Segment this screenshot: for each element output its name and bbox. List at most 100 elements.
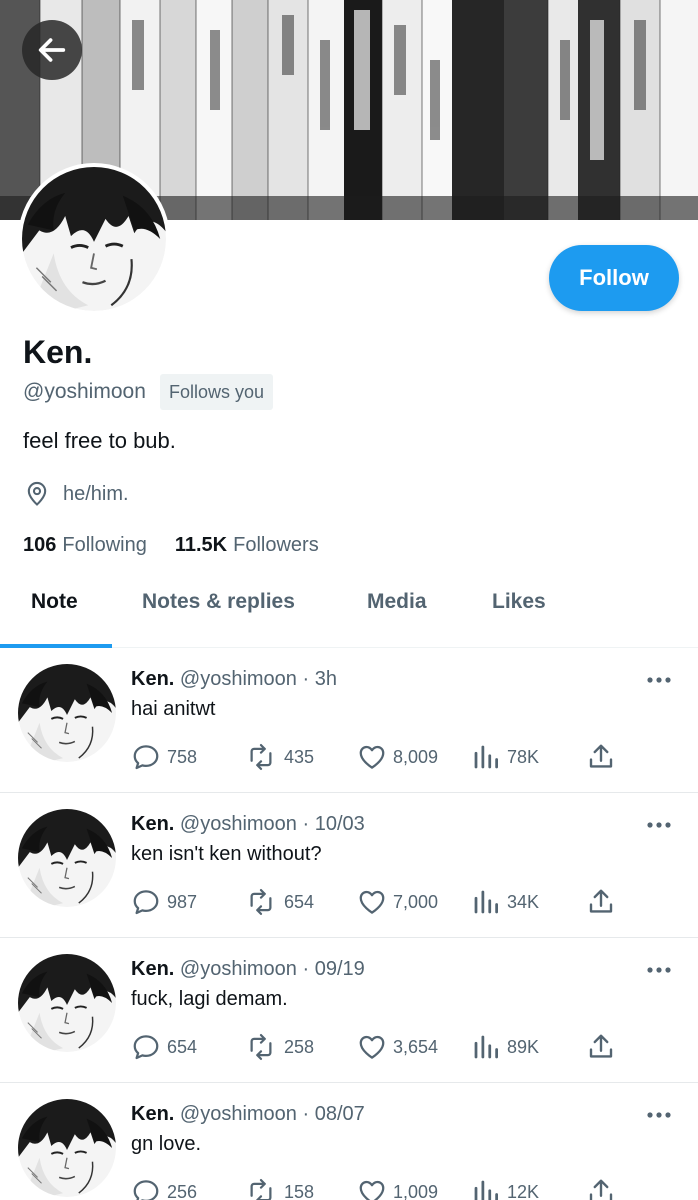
more-icon[interactable] [646, 1105, 672, 1125]
share-button[interactable] [586, 887, 622, 917]
views-button[interactable]: 89K [471, 1032, 539, 1062]
views-button[interactable]: 78K [471, 742, 539, 772]
like-button[interactable]: 8,009 [357, 742, 438, 772]
back-arrow-icon [38, 38, 66, 62]
retweet-count: 258 [284, 1036, 315, 1057]
share-button[interactable] [586, 1032, 622, 1062]
reply-button[interactable]: 256 [131, 1177, 197, 1200]
tweet-author-name[interactable]: Ken. [131, 668, 174, 690]
tweet-text: ken isn't ken without? [131, 843, 322, 865]
retweet-button[interactable]: 435 [244, 742, 314, 772]
tweet-author-name[interactable]: Ken. [131, 1103, 174, 1125]
tab-media[interactable]: Media [367, 590, 427, 614]
tweet-author-name[interactable]: Ken. [131, 958, 174, 980]
more-icon[interactable] [646, 670, 672, 690]
tweet-text: gn love. [131, 1133, 202, 1155]
retweet-button[interactable]: 158 [244, 1177, 314, 1200]
reply-icon [131, 1032, 161, 1062]
tweet[interactable]: Ken. @yoshimoon · 10/03 ken isn't ken wi… [0, 793, 698, 938]
profile-handle: @yoshimoon [23, 380, 146, 403]
followers-count: 11.5K [174, 534, 228, 556]
tweet-time[interactable]: 10/03 [315, 813, 365, 835]
retweet-icon [244, 887, 278, 917]
views-icon [471, 1032, 501, 1062]
share-icon [586, 887, 616, 917]
retweet-count: 654 [284, 891, 315, 912]
reply-icon [131, 887, 161, 917]
follow-stats: 106 Following 11.5K Followers [23, 534, 319, 557]
share-icon [586, 1032, 616, 1062]
like-button[interactable]: 1,009 [357, 1177, 438, 1200]
tweet-header: Ken. @yoshimoon · 10/03 [131, 813, 365, 836]
share-icon [586, 742, 616, 772]
following-label: Following [62, 534, 147, 556]
share-button[interactable] [586, 1177, 622, 1200]
views-icon [471, 742, 501, 772]
more-icon[interactable] [646, 960, 672, 980]
tweet-time[interactable]: 3h [315, 668, 337, 690]
retweet-button[interactable]: 258 [244, 1032, 314, 1062]
follows-you-badge: Follows you [160, 374, 274, 410]
tweet-author-handle: @yoshimoon [179, 1103, 297, 1125]
views-icon [471, 1177, 501, 1200]
like-button[interactable]: 7,000 [357, 887, 438, 917]
retweet-icon [244, 742, 278, 772]
like-count: 3,654 [393, 1036, 439, 1057]
profile-bio: feel free to bub. [23, 428, 176, 453]
tweet-actions: 256 158 1,009 12K [131, 1177, 631, 1200]
tweet-avatar[interactable] [18, 1099, 116, 1197]
tweet-author-name[interactable]: Ken. [131, 813, 174, 835]
tweet[interactable]: Ken. @yoshimoon · 09/19 fuck, lagi demam… [0, 938, 698, 1083]
more-icon[interactable] [646, 815, 672, 835]
tweet-actions: 758 435 8,009 78K [131, 742, 631, 782]
reply-icon [131, 1177, 161, 1200]
retweet-icon [244, 1177, 278, 1200]
views-icon [471, 887, 501, 917]
tweet-avatar[interactable] [18, 954, 116, 1052]
tab-note[interactable]: Note [31, 590, 78, 614]
tweet-avatar[interactable] [18, 809, 116, 907]
like-count: 7,000 [393, 891, 439, 912]
profile-avatar[interactable] [18, 163, 170, 315]
following-link[interactable]: 106 Following [23, 534, 147, 557]
tweet-actions: 987 654 7,000 34K [131, 887, 631, 927]
retweet-count: 435 [284, 746, 315, 767]
tweet-avatar[interactable] [18, 664, 116, 762]
profile-location: he/him. [23, 480, 129, 508]
tab-notes-replies[interactable]: Notes & replies [142, 590, 295, 614]
back-button[interactable] [22, 20, 82, 80]
tweet-author-handle: @yoshimoon [179, 668, 297, 690]
tweet-time[interactable]: 08/07 [315, 1103, 365, 1125]
views-button[interactable]: 12K [471, 1177, 539, 1200]
tab-likes[interactable]: Likes [492, 590, 546, 614]
tweet-header: Ken. @yoshimoon · 08/07 [131, 1103, 365, 1126]
avatar-image [18, 664, 116, 762]
reply-button[interactable]: 758 [131, 742, 197, 772]
reply-count: 256 [167, 1181, 198, 1200]
views-button[interactable]: 34K [471, 887, 539, 917]
retweet-icon [244, 1032, 278, 1062]
share-icon [586, 1177, 616, 1200]
followers-label: Followers [233, 534, 319, 556]
avatar-image [22, 167, 166, 311]
tweet-time[interactable]: 09/19 [315, 958, 365, 980]
profile-tabs: Note Notes & replies Media Likes [0, 566, 698, 648]
view-count: 89K [507, 1036, 540, 1057]
like-icon [357, 1032, 387, 1062]
share-button[interactable] [586, 742, 622, 772]
tweet[interactable]: Ken. @yoshimoon · 08/07 gn love. 256 158… [0, 1083, 698, 1200]
like-button[interactable]: 3,654 [357, 1032, 438, 1062]
retweet-button[interactable]: 654 [244, 887, 314, 917]
avatar-image [18, 809, 116, 907]
reply-count: 987 [167, 891, 198, 912]
separator: · [302, 668, 310, 690]
separator: · [302, 958, 310, 980]
avatar-image [18, 1099, 116, 1197]
tweet[interactable]: Ken. @yoshimoon · 3h hai anitwt 758 435 … [0, 648, 698, 793]
tweet-text: fuck, lagi demam. [131, 988, 288, 1010]
follow-button[interactable]: Follow [549, 245, 679, 311]
followers-link[interactable]: 11.5K Followers [175, 534, 319, 557]
reply-button[interactable]: 987 [131, 887, 197, 917]
reply-button[interactable]: 654 [131, 1032, 197, 1062]
view-count: 78K [507, 746, 540, 767]
